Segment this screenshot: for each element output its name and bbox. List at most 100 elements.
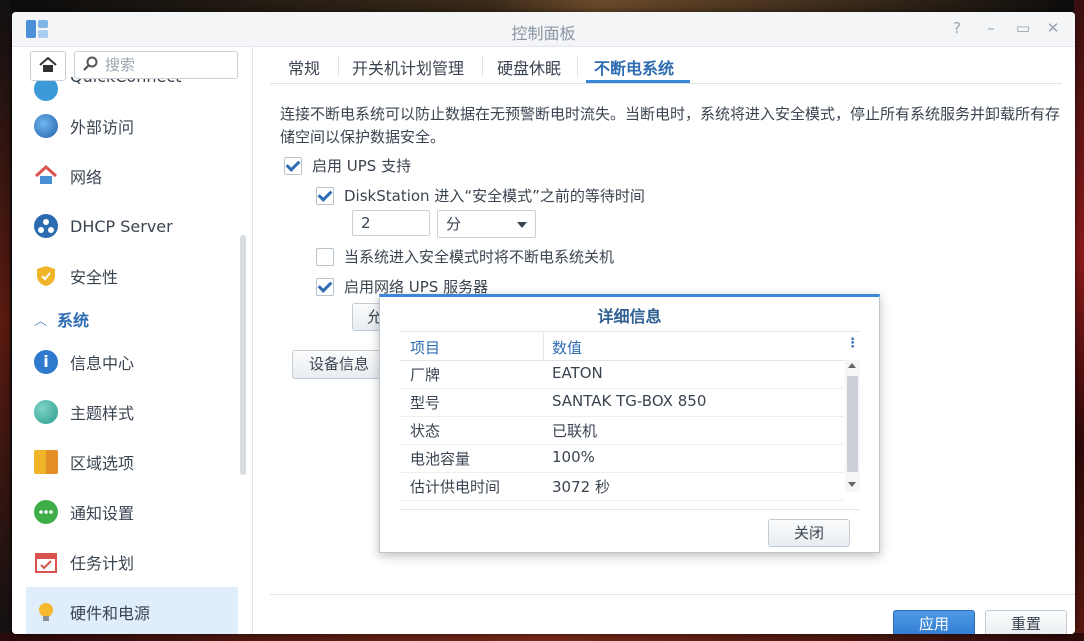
chat-bubble-icon <box>34 500 58 524</box>
dialog-close-button[interactable]: 关闭 <box>768 519 850 547</box>
tab-hdd-hibernation[interactable]: 硬盘休眠 <box>497 55 561 79</box>
calendar-icon <box>34 550 58 574</box>
home-button[interactable] <box>30 51 66 81</box>
sidebar-section-system[interactable]: ︿ 系统 <box>26 301 238 337</box>
home-icon <box>39 57 57 72</box>
footer-divider <box>270 594 1075 595</box>
sidebar-item-info-center[interactable]: i 信息中心 <box>26 337 238 387</box>
wait-time-unit-select[interactable]: 分 <box>437 210 536 238</box>
sidebar: QuickConnect 外部访问 网络 DHCP Server <box>12 47 253 634</box>
wait-time-input[interactable]: 2 <box>352 210 430 236</box>
wait-time-unit-value: 分 <box>446 215 462 233</box>
ups-description: 连接不断电系统可以防止数据在无预警断电时流失。当断电时，系统将进入安全模式，停止… <box>280 105 1061 146</box>
sidebar-item-label: DHCP Server <box>70 216 173 236</box>
chevron-up-icon: ︿ <box>34 313 48 329</box>
scroll-thumb[interactable] <box>847 376 858 472</box>
sidebar-item-hardware-power[interactable]: 硬件和电源 <box>26 587 238 634</box>
apply-button[interactable]: 应用 <box>893 610 975 634</box>
device-info-button[interactable]: 设备信息 <box>292 350 386 379</box>
maximize-icon[interactable]: ▭ <box>1014 19 1032 37</box>
sidebar-item-label: 外部访问 <box>70 118 135 137</box>
tab-ups[interactable]: 不断电系统 <box>594 55 674 79</box>
table-row: 厂牌 EATON <box>400 360 844 389</box>
palette-icon <box>34 400 58 424</box>
column-menu-icon[interactable]: ⋮ <box>846 336 859 351</box>
active-tab-indicator <box>586 80 690 83</box>
sidebar-item-label: 网络 <box>70 168 103 187</box>
enable-ups-checkbox[interactable] <box>284 156 302 175</box>
row-key: 型号 <box>410 394 441 412</box>
search-input[interactable] <box>103 55 232 75</box>
info-icon: i <box>34 350 58 374</box>
row-value: 3072 秒 <box>552 478 610 496</box>
help-icon[interactable]: ? <box>948 19 966 37</box>
enable-ups-row: 启用 UPS 支持 <box>284 155 411 176</box>
sidebar-item-external-access[interactable]: 外部访问 <box>26 101 238 151</box>
sidebar-item-security[interactable]: 安全性 <box>26 251 238 301</box>
details-grid: 项目 数值 ⋮ 厂牌 EATON 型号 SANTAK TG-BOX 850 状态… <box>400 331 860 501</box>
search-box[interactable] <box>74 51 238 79</box>
enable-ups-label: 启用 UPS 支持 <box>312 157 412 175</box>
row-key: 估计供电时间 <box>410 478 501 496</box>
sidebar-item-theme[interactable]: 主题样式 <box>26 387 238 437</box>
close-icon[interactable]: ✕ <box>1044 19 1062 37</box>
scroll-up-icon[interactable] <box>848 363 856 368</box>
grid-header: 项目 数值 ⋮ <box>400 332 860 361</box>
sidebar-item-dhcp-server[interactable]: DHCP Server <box>26 201 238 251</box>
row-key: 状态 <box>410 422 441 440</box>
tab-bar: 常规 开关机计划管理 硬盘休眠 不断电系统 <box>270 47 1062 84</box>
sidebar-scrollbar[interactable] <box>240 235 246 475</box>
sidebar-item-label: 任务计划 <box>70 554 135 573</box>
scroll-down-icon[interactable] <box>848 482 856 487</box>
minimize-icon[interactable]: – <box>982 19 1000 37</box>
shutdown-ups-checkbox[interactable] <box>316 247 334 266</box>
wait-time-row: DiskStation 进入“安全模式”之前的等待时间 <box>316 185 645 206</box>
shutdown-ups-label: 当系统进入安全模式时将不断电系统关机 <box>344 248 615 266</box>
sidebar-item-label: 通知设置 <box>70 504 135 523</box>
sidebar-item-label: 主题样式 <box>70 404 135 423</box>
house-network-icon <box>34 164 58 188</box>
dhcp-icon <box>34 214 58 238</box>
sidebar-item-regional-options[interactable]: 区域选项 <box>26 437 238 487</box>
window-title: 控制面板 <box>511 24 576 43</box>
sidebar-item-label: 区域选项 <box>70 454 135 473</box>
column-header-value[interactable]: 数值 <box>552 337 582 358</box>
table-row: 电池容量 100% <box>400 444 844 473</box>
reset-button[interactable]: 重置 <box>985 610 1067 634</box>
wait-time-checkbox[interactable] <box>316 186 334 205</box>
row-value: 100% <box>552 448 595 466</box>
sidebar-item-task-scheduler[interactable]: 任务计划 <box>26 537 238 587</box>
dropdown-arrow-icon <box>517 222 527 228</box>
network-ups-checkbox[interactable] <box>316 277 334 296</box>
region-icon <box>34 450 58 474</box>
sidebar-toolbar <box>12 47 252 83</box>
table-row: 状态 已联机 <box>400 416 844 445</box>
search-icon <box>83 56 98 71</box>
column-header-item[interactable]: 项目 <box>410 337 440 358</box>
globe-icon <box>34 114 58 138</box>
tab-general[interactable]: 常规 <box>288 55 320 79</box>
table-row: 估计供电时间 3072 秒 <box>400 472 844 501</box>
sidebar-item-label: 信息中心 <box>70 354 135 373</box>
sidebar-item-label: 安全性 <box>70 268 119 287</box>
row-key: 厂牌 <box>410 366 441 384</box>
shield-icon <box>34 264 58 288</box>
wallpaper-bottom <box>0 633 1084 641</box>
row-value: SANTAK TG-BOX 850 <box>552 392 707 410</box>
tab-power-schedule[interactable]: 开关机计划管理 <box>352 55 464 79</box>
dialog-divider <box>400 509 860 510</box>
details-dialog: 详细信息 项目 数值 ⋮ 厂牌 EATON 型号 SANTAK TG-BOX 8… <box>379 294 880 553</box>
title-bar[interactable]: 控制面板 ? – ▭ ✕ <box>12 12 1075 47</box>
row-value: 已联机 <box>552 422 598 440</box>
sidebar-nav: QuickConnect 外部访问 网络 DHCP Server <box>26 77 238 634</box>
wallpaper-right <box>1074 0 1084 641</box>
sidebar-item-notification[interactable]: 通知设置 <box>26 487 238 537</box>
dialog-title: 详细信息 <box>597 307 662 326</box>
sidebar-item-network[interactable]: 网络 <box>26 151 238 201</box>
wallpaper-top <box>0 0 1084 12</box>
shutdown-ups-row: 当系统进入安全模式时将不断电系统关机 <box>316 246 614 267</box>
wait-time-label: DiskStation 进入“安全模式”之前的等待时间 <box>344 187 645 205</box>
grid-scrollbar[interactable] <box>845 360 860 492</box>
row-value: EATON <box>552 364 603 382</box>
wallpaper-left <box>0 0 10 641</box>
